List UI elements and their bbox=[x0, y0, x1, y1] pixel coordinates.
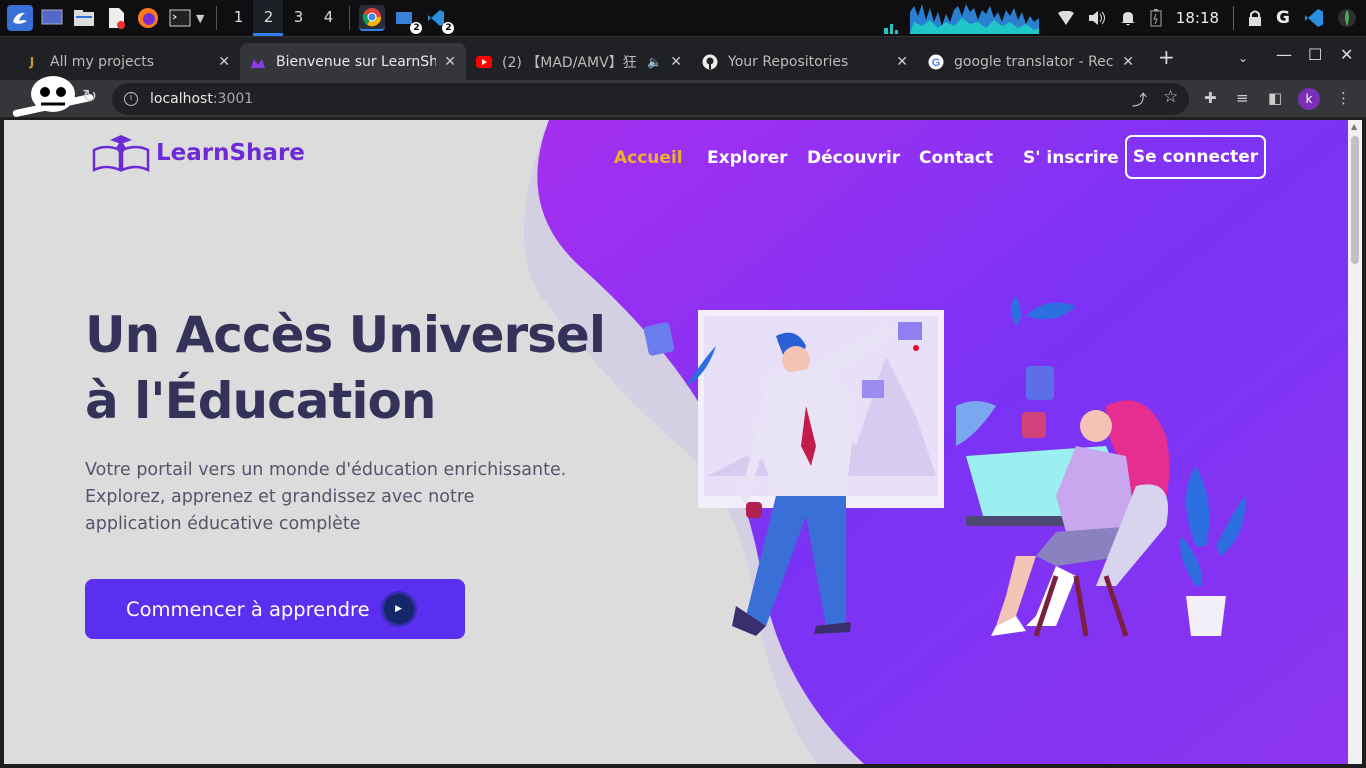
vscode-icon[interactable]: 2 bbox=[423, 5, 455, 34]
minimize-button[interactable]: — bbox=[1276, 45, 1292, 64]
firefox-icon[interactable] bbox=[135, 5, 161, 31]
hero-title-line-2: à l'Éducation bbox=[85, 372, 437, 430]
share-icon[interactable]: ⤴ bbox=[1132, 89, 1147, 110]
close-icon[interactable]: ✕ bbox=[670, 54, 682, 70]
google-icon[interactable]: G bbox=[1276, 8, 1290, 28]
hero-title: Un Accès Universel à l'Éducation bbox=[85, 302, 606, 434]
hero-title-line-1: Un Accès Universel bbox=[85, 306, 606, 364]
scrollbar-thumb[interactable] bbox=[1351, 136, 1359, 264]
book-logo-icon bbox=[92, 135, 150, 172]
battery-icon bbox=[1150, 9, 1162, 27]
close-window-button[interactable]: ✕ bbox=[1340, 45, 1353, 64]
nav-contact[interactable]: Contact bbox=[919, 148, 993, 168]
media-control-icon[interactable]: ≡ bbox=[1236, 89, 1249, 107]
page-viewport: LearnShare Accueil Explorer Découvrir Co… bbox=[4, 120, 1348, 764]
logo-text: LearnShare bbox=[156, 140, 305, 166]
tab-title: Your Repositories bbox=[728, 54, 849, 70]
file-manager-icon[interactable] bbox=[71, 5, 97, 31]
taskbar-separator bbox=[349, 6, 351, 30]
url-field[interactable]: i localhost:3001 bbox=[112, 83, 1189, 115]
browser-tab-bar: J All my projects ✕ Bienvenue sur LearnS… bbox=[0, 36, 1366, 81]
chevron-down-icon[interactable]: ▼ bbox=[196, 12, 204, 25]
start-learning-button[interactable]: Commencer à apprendre ▶ bbox=[85, 579, 465, 639]
workspace-2[interactable]: 2 bbox=[253, 0, 284, 36]
launcher-icon[interactable] bbox=[7, 5, 33, 31]
url-host: localhost bbox=[150, 91, 213, 107]
menu-icon[interactable]: ⋮ bbox=[1336, 89, 1351, 107]
address-bar-row: ↻ i localhost:3001 ⤴ ☆ ✚ ≡ ◧ k ⋮ bbox=[0, 76, 1366, 118]
bookmark-star-icon[interactable]: ☆ bbox=[1163, 87, 1178, 107]
tab-title: google translator - Rech bbox=[954, 54, 1115, 70]
login-button[interactable]: Se connecter bbox=[1125, 135, 1266, 179]
vscode-tray-icon[interactable] bbox=[1304, 8, 1324, 28]
reload-icon[interactable]: ↻ bbox=[82, 86, 97, 107]
lock-icon[interactable] bbox=[1248, 10, 1262, 26]
page-scrollbar[interactable]: ▲ bbox=[1348, 120, 1362, 764]
new-tab-button[interactable]: + bbox=[1158, 45, 1175, 69]
tab-google[interactable]: G google translator - Rech ✕ bbox=[918, 43, 1144, 81]
nav-accueil[interactable]: Accueil bbox=[614, 148, 683, 168]
taskbar: ▼ 1 2 3 4 2 2 18:18 G bbox=[0, 0, 1366, 36]
maximize-button[interactable]: ☐ bbox=[1308, 45, 1322, 64]
nav-explorer[interactable]: Explorer bbox=[707, 148, 788, 168]
tab-github[interactable]: Your Repositories ✕ bbox=[692, 43, 918, 81]
scroll-up-arrow[interactable]: ▲ bbox=[1351, 122, 1357, 131]
close-icon[interactable]: ✕ bbox=[444, 54, 456, 70]
hero-description: Votre portail vers un monde d'éducation … bbox=[85, 460, 567, 534]
mongodb-icon[interactable] bbox=[1338, 7, 1356, 29]
url-port: :3001 bbox=[212, 91, 254, 107]
side-panel-icon[interactable]: ◧ bbox=[1268, 89, 1282, 107]
volume-icon[interactable] bbox=[1088, 10, 1106, 26]
screenshot-app-icon[interactable]: 2 bbox=[391, 5, 423, 34]
profile-avatar[interactable]: k bbox=[1298, 88, 1320, 110]
taskbar-separator bbox=[216, 6, 218, 30]
tab-youtube[interactable]: (2) 【MAD/AMV】狂 🔈 ✕ bbox=[466, 43, 692, 81]
document-icon[interactable] bbox=[103, 5, 129, 31]
wifi-icon[interactable] bbox=[1057, 11, 1074, 25]
close-icon[interactable]: ✕ bbox=[1122, 54, 1134, 70]
workspace-1[interactable]: 1 bbox=[223, 0, 253, 36]
workspace-3[interactable]: 3 bbox=[283, 0, 313, 36]
audio-icon[interactable]: 🔈 bbox=[647, 55, 662, 69]
nav-inscrire[interactable]: S' inscrire bbox=[1023, 148, 1119, 168]
hero-illustration bbox=[643, 296, 1246, 637]
desktop-icon[interactable] bbox=[39, 5, 65, 31]
cta-label: Commencer à apprendre bbox=[126, 597, 370, 621]
window-count-badge: 2 bbox=[442, 22, 455, 34]
tray-separator bbox=[1233, 6, 1235, 30]
extensions-icon[interactable]: ✚ bbox=[1204, 89, 1217, 107]
nav-decouvrir[interactable]: Découvrir bbox=[807, 148, 900, 168]
site-logo[interactable]: LearnShare bbox=[92, 134, 305, 172]
tab-search-icon[interactable]: ⌄ bbox=[1238, 51, 1248, 65]
tab-title: All my projects bbox=[50, 54, 155, 70]
window-count-badge: 2 bbox=[410, 22, 423, 34]
bell-icon[interactable] bbox=[1120, 10, 1136, 26]
close-icon[interactable]: ✕ bbox=[218, 54, 230, 70]
network-graph bbox=[884, 4, 1039, 34]
chrome-icon[interactable] bbox=[359, 5, 386, 31]
tab-title: (2) 【MAD/AMV】狂 bbox=[502, 55, 637, 71]
play-icon: ▶ bbox=[383, 594, 414, 624]
workspace-4[interactable]: 4 bbox=[313, 0, 343, 36]
youtube-icon bbox=[476, 54, 492, 70]
tab-learnshare[interactable]: Bienvenue sur LearnShare ✕ bbox=[240, 43, 466, 81]
clock[interactable]: 18:18 bbox=[1176, 9, 1219, 27]
tab-title: Bienvenue sur LearnShare bbox=[276, 54, 437, 70]
google-icon: G bbox=[928, 54, 944, 70]
svg-text:G: G bbox=[932, 57, 941, 69]
github-icon bbox=[702, 54, 718, 70]
site-info-icon[interactable]: i bbox=[124, 92, 138, 106]
jest-icon: J bbox=[29, 55, 35, 69]
close-icon[interactable]: ✕ bbox=[896, 54, 908, 70]
terminal-icon[interactable] bbox=[167, 5, 193, 31]
learnshare-icon bbox=[250, 54, 266, 70]
